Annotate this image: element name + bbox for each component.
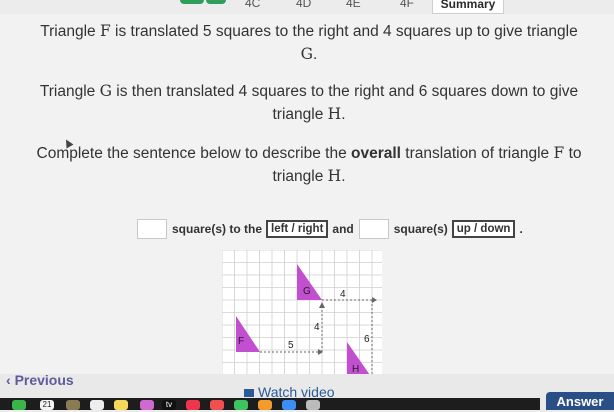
horizontal-squares-input[interactable] — [137, 219, 167, 239]
reminders-icon[interactable] — [90, 400, 104, 410]
notes-icon[interactable] — [114, 400, 128, 410]
apple-tv-icon[interactable]: tv — [162, 400, 176, 410]
answer-text-2: and — [332, 222, 354, 236]
chevron-left-icon: ‹ — [6, 372, 15, 388]
tab-check-left[interactable] — [180, 0, 204, 4]
video-icon — [244, 389, 254, 397]
tab-4d[interactable]: 4D — [296, 0, 311, 10]
label-6: 6 — [364, 334, 370, 345]
translation-diagram: G F H 4 4 5 6 — [221, 249, 382, 385]
facetime-icon[interactable] — [12, 400, 26, 410]
question-tab-bar: 4C 4D 4E 4F Summary — [0, 0, 614, 14]
tab-4c[interactable]: 4C — [245, 0, 260, 10]
pages-icon[interactable] — [258, 400, 272, 410]
answer-text-end: . — [519, 222, 523, 236]
keynote-icon[interactable] — [282, 400, 296, 410]
label-4-vertical: 4 — [314, 322, 320, 333]
podcasts-icon[interactable] — [210, 400, 224, 410]
answer-sentence: square(s) to the left / right and square… — [137, 218, 523, 240]
previous-button[interactable]: ‹ Previous — [6, 372, 74, 388]
grid-svg: G F H 4 4 5 6 — [221, 249, 382, 380]
notes-app-icon[interactable] — [66, 400, 80, 410]
freeform-icon[interactable] — [140, 400, 154, 410]
tab-summary[interactable]: Summary — [432, 0, 504, 14]
answer-button[interactable]: Answer — [546, 392, 614, 410]
settings-icon[interactable] — [306, 400, 320, 410]
answer-text-3: square(s) — [393, 222, 448, 236]
answer-text-1: square(s) to the — [172, 222, 263, 236]
up-down-choice[interactable]: up / down — [451, 220, 516, 238]
question-line-1: Triangle F is translated 5 squares to th… — [40, 22, 578, 63]
tab-4f[interactable]: 4F — [400, 0, 414, 10]
label-g: G — [303, 286, 311, 297]
label-f: F — [238, 336, 244, 347]
tab-check-right[interactable] — [206, 0, 226, 4]
tab-4e[interactable]: 4E — [346, 0, 361, 10]
numbers-icon[interactable] — [234, 400, 248, 410]
label-5: 5 — [288, 340, 294, 351]
question-instruction: Complete the sentence below to describe … — [36, 144, 582, 185]
left-right-choice[interactable]: left / right — [266, 220, 329, 238]
label-4-horizontal: 4 — [340, 289, 346, 300]
music-icon[interactable] — [186, 400, 200, 410]
vertical-squares-input[interactable] — [358, 219, 389, 239]
question-line-2: Triangle G is then translated 4 squares … — [39, 82, 579, 123]
calendar-icon[interactable]: 21 — [40, 400, 54, 410]
